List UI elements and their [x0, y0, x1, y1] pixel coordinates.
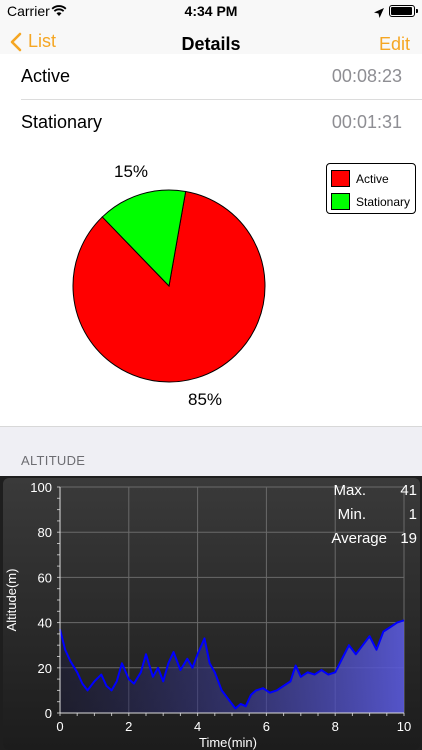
y-tick-label: 20 [38, 661, 52, 676]
stat-min-label: Min. [337, 506, 366, 523]
legend-item-active: Active [331, 170, 389, 187]
stat-max-value: 41 [400, 482, 417, 499]
x-tick-label: 6 [263, 719, 270, 734]
y-tick-label: 40 [38, 616, 52, 631]
battery-icon [389, 5, 418, 17]
x-axis-label: Time(min) [199, 735, 257, 750]
pie-slice-label-active: 85% [188, 390, 223, 409]
duration-value: 00:01:31 [331, 112, 402, 132]
stat-average-label: Average [331, 530, 387, 547]
legend-label: Active [356, 171, 389, 186]
duration-value: 00:08:23 [331, 66, 402, 86]
status-bar: Carrier 4:34 PM [0, 0, 422, 22]
stat-average-value: 19 [400, 530, 417, 547]
y-tick-label: 60 [38, 570, 52, 585]
legend-label: Stationary [356, 194, 411, 209]
legend-swatch-active [331, 170, 350, 187]
duration-label: Active [21, 66, 71, 86]
y-tick-label: 100 [30, 480, 52, 495]
legend-swatch-stationary [331, 193, 350, 210]
y-tick-label: 0 [45, 706, 52, 721]
altitude-area-fill [60, 620, 404, 713]
edit-button[interactable]: Edit [379, 34, 410, 55]
location-arrow-icon [374, 5, 384, 23]
y-tick-label: 80 [38, 525, 52, 540]
x-tick-label: 4 [194, 719, 201, 734]
x-tick-label: 8 [332, 719, 339, 734]
x-tick-label: 2 [125, 719, 132, 734]
stat-min-value: 1 [408, 506, 417, 523]
y-axis-label: Altitude(m) [4, 569, 19, 632]
stat-max-label: Max. [333, 482, 366, 499]
section-header-background [0, 426, 422, 476]
legend-item-stationary: Stationary [331, 193, 410, 210]
duration-row-active: Active 00:08:23 [0, 54, 422, 100]
altitude-section-header: ALTITUDE [21, 453, 86, 468]
status-time: 4:34 PM [184, 3, 238, 19]
x-tick-label: 0 [56, 719, 63, 734]
page-title: Details [181, 34, 241, 54]
pie-legend: Active Stationary [326, 163, 416, 214]
duration-label: Stationary [21, 112, 103, 132]
duration-row-stationary: Stationary 00:01:31 [0, 100, 422, 146]
activity-pie-chart: 15% 85% Active Stationary [0, 145, 422, 425]
pie-slice-label-stationary: 15% [114, 162, 149, 181]
x-tick-label: 10 [397, 719, 411, 734]
